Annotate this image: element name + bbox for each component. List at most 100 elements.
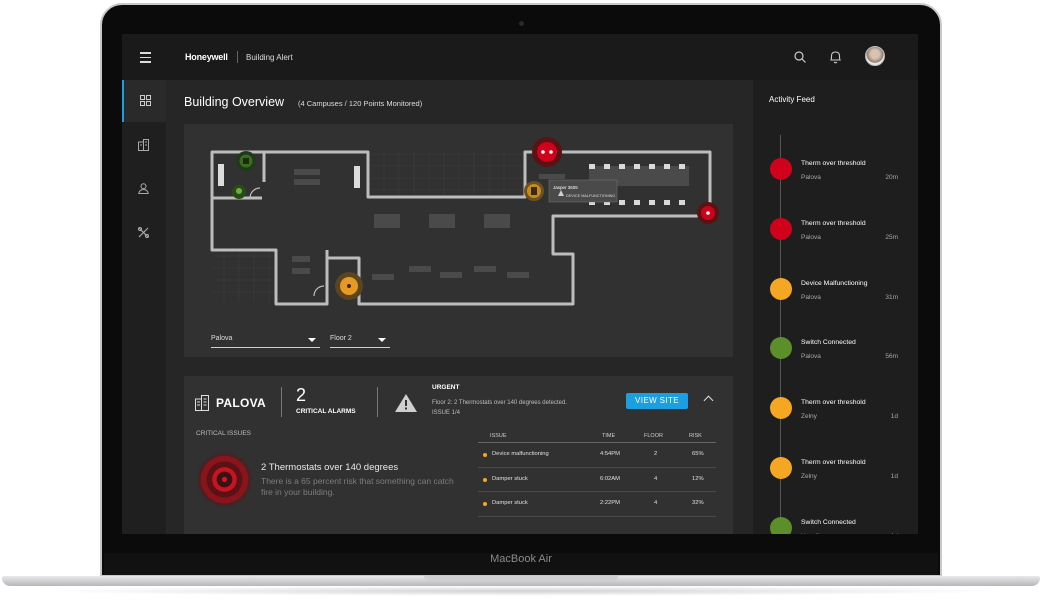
- feed-item-time: 31m: [885, 293, 898, 301]
- col-issue: ISSUE: [490, 433, 507, 439]
- menu-icon[interactable]: [140, 52, 151, 66]
- honeywell-logo: Honeywell: [185, 52, 228, 62]
- tools-icon: [138, 227, 149, 238]
- laptop-notch: [424, 576, 618, 581]
- col-time: TIME: [602, 433, 616, 439]
- sidebar-item-tools[interactable]: [122, 212, 166, 254]
- feed-item-location: Veveří: [801, 533, 819, 534]
- col-floor: FLOOR: [644, 433, 663, 439]
- feed-item[interactable]: Device Malfunctioning Palova 31m: [770, 277, 910, 318]
- feed-item-title: Switch Connected: [801, 518, 856, 526]
- floor-map-panel: Jasper 3605 DEVICE MALFUNCTIONING Palova…: [184, 124, 733, 357]
- feed-item[interactable]: Therm over threshold Palova 20m: [770, 158, 910, 198]
- table-header: ISSUE TIME FLOOR RISK: [478, 431, 716, 443]
- table-row[interactable]: Device malfunctioning 4:54PM 2 65%: [478, 443, 716, 468]
- tooltip-name: Jasper 3605: [553, 185, 578, 190]
- top-bar: Honeywell Building Alert: [122, 34, 918, 80]
- feed-item[interactable]: Therm over threshold Palova 25m: [770, 217, 910, 258]
- sidebar-item-buildings[interactable]: [122, 124, 166, 166]
- feed-item-title: Therm over threshold: [801, 219, 866, 227]
- col-risk: RISK: [689, 433, 702, 439]
- campus-select[interactable]: Palova: [211, 332, 320, 348]
- chevron-down-icon: [378, 338, 386, 342]
- alarm-label: CRITICAL ALARMS: [296, 408, 356, 415]
- feed-item[interactable]: Switch Connected Palova 56m: [770, 337, 910, 377]
- table-row[interactable]: Damper stuck 2:22PM 4 32%: [478, 492, 716, 517]
- feed-item-time: 1d: [891, 533, 898, 534]
- feed-item-title: Therm over threshold: [801, 160, 866, 167]
- feed-item-location: Palova: [801, 233, 821, 241]
- feed-item-location: Zelny: [801, 473, 817, 480]
- feed-item-title: Therm over threshold: [801, 459, 866, 466]
- activity-feed: Activity Feed Therm over threshold Palova…: [753, 80, 918, 534]
- bell-icon[interactable]: [829, 50, 842, 64]
- feed-item-time: 20m: [885, 174, 898, 181]
- page-title: Building Overview: [184, 95, 285, 109]
- critical-issues-label: CRITICAL ISSUES: [196, 430, 252, 437]
- issue-floor: 4: [654, 475, 658, 482]
- sensor-critical-icon[interactable]: [697, 202, 719, 224]
- feed-item-title: Therm over threshold: [801, 399, 866, 407]
- feed-item[interactable]: Switch Connected Veveří 1d: [770, 516, 910, 534]
- critical-target-icon: [196, 451, 253, 508]
- issues-table: ISSUE TIME FLOOR RISK Device malfunction…: [478, 431, 716, 517]
- laptop-shadow: [30, 586, 1012, 596]
- sidebar: [122, 80, 166, 534]
- map-tooltip: [548, 179, 618, 203]
- grid-icon: [140, 95, 151, 106]
- status-dot: [483, 453, 487, 457]
- search-icon[interactable]: [794, 51, 806, 63]
- table-row[interactable]: Damper stuck 6:02AM 4 12%: [478, 468, 716, 492]
- feed-item-title: Device Malfunctioning: [801, 279, 868, 287]
- sensor-warning-icon[interactable]: [335, 272, 363, 300]
- feed-item-location: Palova: [801, 353, 821, 361]
- feed-item[interactable]: Therm over threshold Zelny 1d: [770, 457, 910, 497]
- sensor-ok-bulb-icon[interactable]: [232, 185, 246, 199]
- issue-time: 4:54PM: [600, 451, 620, 457]
- issue-name: Device malfunctioning: [492, 451, 549, 457]
- sensor-malfunction-icon[interactable]: [524, 181, 544, 201]
- floor-select[interactable]: Floor 2: [330, 332, 390, 348]
- app-name: Building Alert: [246, 53, 293, 62]
- critical-issue-description: There is a 65 percent risk that somethin…: [261, 476, 454, 497]
- issue-name: Damper stuck: [492, 500, 528, 506]
- floor-select-value: Floor 2: [330, 335, 352, 342]
- feed-item-location: Palova: [801, 174, 821, 181]
- feed-item-title: Switch Connected: [801, 339, 856, 347]
- issue-floor: 4: [654, 500, 658, 506]
- sensor-critical-icon[interactable]: [532, 137, 562, 167]
- avatar[interactable]: [865, 46, 885, 66]
- urgent-issue-counter: ISSUE 1/4: [432, 410, 461, 416]
- divider: [281, 387, 282, 417]
- urgent-text: Floor 2: 2 Thermostats over 140 degrees …: [432, 400, 567, 406]
- tooltip-text: DEVICE MALFUNCTIONING: [566, 194, 615, 198]
- sensor-ok-icon[interactable]: [236, 151, 256, 171]
- status-dot: [770, 397, 792, 420]
- activity-feed-title: Activity Feed: [769, 95, 815, 104]
- sidebar-item-users[interactable]: [122, 168, 166, 210]
- warning-icon: [395, 394, 417, 412]
- site-detail-panel: PALOVA 2 CRITICAL ALARMS URGENT Floor 2:…: [184, 376, 733, 534]
- alarm-count: 2: [296, 385, 307, 405]
- issue-risk: 65%: [692, 451, 704, 457]
- view-site-button[interactable]: VIEW SITE: [626, 393, 688, 409]
- chevron-up-icon[interactable]: [703, 395, 714, 406]
- floor-plan[interactable]: Jasper 3605 DEVICE MALFUNCTIONING: [184, 124, 733, 329]
- sidebar-item-dashboard[interactable]: [122, 80, 166, 122]
- site-name: PALOVA: [216, 396, 267, 410]
- page-subtitle: (4 Campuses / 120 Points Monitored): [298, 99, 423, 108]
- urgent-title: URGENT: [432, 384, 460, 391]
- device-label: MacBook Air: [490, 553, 552, 565]
- divider: [377, 387, 378, 417]
- issue-time: 6:02AM: [600, 475, 620, 482]
- issue-time: 2:22PM: [600, 500, 620, 506]
- app-screen: Honeywell Building Alert Building Overvi…: [122, 34, 918, 534]
- user-icon: [138, 183, 149, 194]
- camera-icon: [519, 21, 524, 26]
- feed-item-location: Zelny: [801, 413, 817, 421]
- status-dot: [770, 277, 792, 300]
- campus-select-value: Palova: [211, 335, 233, 342]
- building-icon: [138, 139, 149, 151]
- feed-item[interactable]: Therm over threshold Zelny 1d: [770, 397, 910, 437]
- status-dot: [770, 158, 792, 180]
